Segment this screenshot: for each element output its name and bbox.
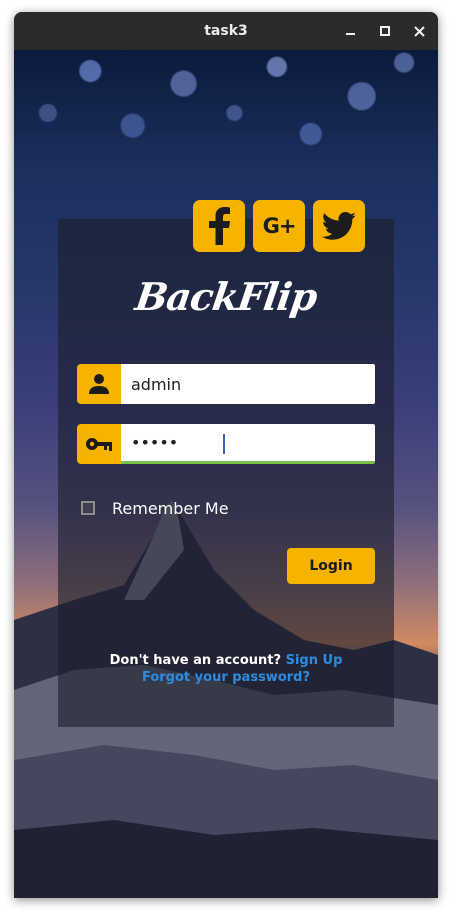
signup-prompt: Don't have an account? Sign Up: [58, 653, 394, 668]
no-account-text: Don't have an account?: [109, 653, 282, 668]
password-input[interactable]: [121, 424, 375, 464]
minimize-button[interactable]: [340, 21, 360, 41]
user-icon-box: [77, 364, 121, 404]
user-icon: [89, 374, 109, 394]
signup-link[interactable]: Sign Up: [286, 653, 343, 668]
minimize-icon: [345, 33, 355, 35]
close-icon: [413, 25, 425, 37]
background-scene: G+ BackFlip admin ••••• Remember Me Logi…: [14, 50, 438, 898]
password-field: [77, 424, 375, 464]
key-icon: [86, 438, 112, 451]
remember-me[interactable]: Remember Me: [81, 498, 229, 518]
key-icon-box: [77, 424, 121, 464]
forgot-password-row: Forgot your password?: [58, 670, 394, 685]
title-bar[interactable]: task3: [14, 12, 438, 51]
username-input[interactable]: [121, 364, 375, 404]
app-window: task3 G+ BackFlip admin ••••• Remember M…: [14, 12, 438, 898]
maximize-button[interactable]: [375, 21, 395, 41]
text-caret: [223, 434, 225, 454]
google-plus-icon: G+: [262, 214, 297, 238]
maximize-icon: [380, 26, 390, 36]
facebook-icon: [209, 207, 230, 245]
backflip-logo: BackFlip: [132, 274, 320, 319]
twitter-icon: [322, 212, 356, 240]
google-plus-button[interactable]: G+: [253, 200, 305, 252]
username-field: [77, 364, 375, 404]
remember-me-label: Remember Me: [112, 498, 229, 518]
forgot-password-link[interactable]: Forgot your password?: [142, 670, 310, 685]
twitter-button[interactable]: [313, 200, 365, 252]
close-button[interactable]: [409, 21, 429, 41]
remember-me-checkbox[interactable]: [81, 501, 95, 515]
facebook-button[interactable]: [193, 200, 245, 252]
login-button[interactable]: Login: [287, 548, 375, 584]
